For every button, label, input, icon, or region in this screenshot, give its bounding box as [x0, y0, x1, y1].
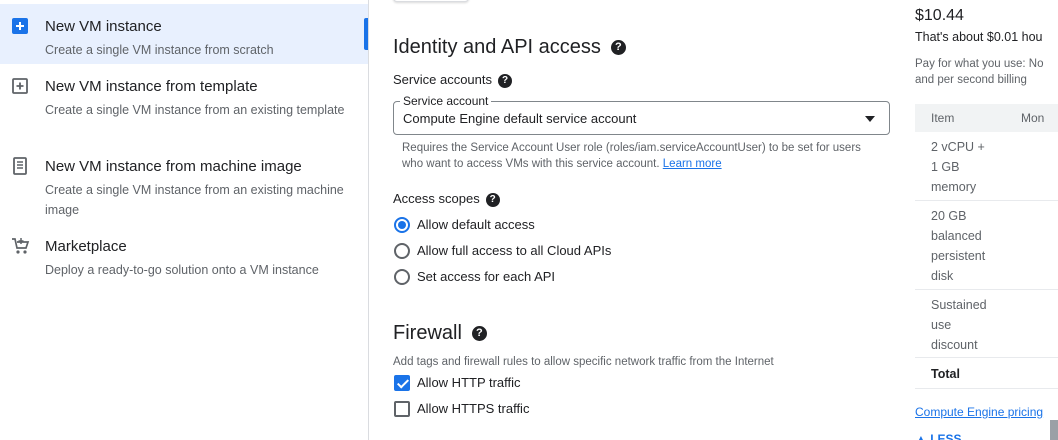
cell-line: discount — [931, 338, 978, 352]
cell-line: persistent — [931, 249, 986, 263]
less-label: LESS — [930, 432, 962, 440]
checkbox[interactable] — [394, 401, 410, 417]
vm-creation-options: New VM instance Create a single VM insta… — [0, 0, 369, 440]
billing-note: Pay for what you use: No and per second … — [915, 56, 1043, 88]
radio-button[interactable] — [394, 269, 410, 285]
template-icon — [12, 78, 28, 94]
cell-line: balanced — [931, 229, 982, 243]
nav-item-new-vm-instance[interactable]: New VM instance Create a single VM insta… — [0, 4, 368, 64]
firewall-option-label: Allow HTTPS traffic — [417, 401, 530, 416]
nav-item-vm-from-template[interactable]: New VM instance from template Create a s… — [0, 64, 368, 144]
billing-note-line: and per second billing — [915, 74, 1027, 86]
monthly-estimate: $10.44 — [915, 7, 964, 24]
nav-item-desc: Deploy a ready-to-go solution onto a VM … — [45, 263, 319, 277]
machine-image-icon — [13, 157, 27, 175]
nav-item-title: Marketplace — [45, 238, 127, 255]
nav-item-title: New VM instance from machine image — [45, 158, 302, 175]
less-toggle[interactable]: ▲ LESS — [915, 432, 962, 440]
help-icon[interactable]: ? — [498, 73, 512, 88]
access-scopes-label: Access scopes? — [393, 191, 500, 207]
service-account-value: Compute Engine default service account — [403, 111, 637, 126]
table-cell: 20 GB balanced persistent disk — [931, 206, 1001, 286]
firewall-title-text: Firewall — [393, 322, 462, 344]
nav-item-desc: Create a single VM instance from an exis… — [45, 183, 344, 217]
help-icon[interactable]: ? — [471, 326, 487, 342]
help-icon[interactable]: ? — [485, 192, 500, 207]
learn-more-link[interactable]: Learn more — [663, 158, 722, 170]
column-header-item: Item — [931, 111, 955, 125]
pricing-table-header: Item Mon — [915, 104, 1058, 132]
help-icon[interactable]: ? — [610, 40, 626, 56]
firewall-section-title: Firewall? — [393, 322, 487, 345]
table-cell: Sustained use discount — [931, 295, 1001, 355]
add-box-icon — [12, 18, 28, 34]
selected-indicator — [364, 18, 368, 50]
cell-line: use — [931, 318, 952, 332]
hourly-estimate: That's about $0.01 hou — [915, 30, 1043, 44]
service-account-legend: Service account — [400, 94, 492, 108]
marketplace-cart-icon — [12, 238, 30, 254]
chevron-up-icon: ▲ — [915, 432, 931, 440]
cell-line: 2 vCPU + — [931, 140, 985, 154]
nav-item-desc: Create a single VM instance from scratch — [45, 43, 274, 57]
identity-title-text: Identity and API access — [393, 36, 601, 58]
access-scopes-text: Access scopes — [393, 191, 480, 206]
nav-item-title: New VM instance from template — [45, 78, 258, 95]
nav-item-marketplace[interactable]: Marketplace Deploy a ready-to-go solutio… — [0, 224, 368, 284]
main-form: Identity and API access? Service account… — [369, 0, 900, 440]
nav-item-vm-from-machine-image[interactable]: New VM instance from machine image Creat… — [0, 144, 368, 224]
service-accounts-text: Service accounts — [393, 72, 492, 87]
partial-button[interactable] — [393, 0, 469, 2]
table-row-total: Total — [915, 359, 1058, 389]
firewall-option-label: Allow HTTP traffic — [417, 375, 521, 390]
cell-line: 20 GB — [931, 209, 967, 223]
pricing-summary-panel: $10.44 That's about $0.01 hou Pay for wh… — [900, 0, 1058, 440]
scope-option-label: Allow default access — [417, 217, 535, 232]
nav-item-desc: Create a single VM instance from an exis… — [45, 103, 345, 117]
cell-line: Sustained — [931, 298, 987, 312]
scrollbar[interactable] — [1050, 420, 1058, 440]
cell-line: 1 GB — [931, 160, 960, 174]
service-account-hint: Requires the Service Account User role (… — [402, 140, 872, 172]
table-row: 2 vCPU + 1 GB memory — [915, 134, 1058, 201]
compute-engine-pricing-link[interactable]: Compute Engine pricing — [915, 405, 1043, 419]
table-cell: Total — [931, 367, 960, 381]
service-accounts-label: Service accounts? — [393, 72, 512, 88]
service-account-select[interactable]: Service account Compute Engine default s… — [393, 94, 890, 135]
radio-button[interactable] — [394, 243, 410, 259]
identity-section-title: Identity and API access? — [393, 36, 626, 59]
table-row: Sustained use discount — [915, 291, 1058, 358]
firewall-description: Add tags and firewall rules to allow spe… — [393, 356, 774, 368]
billing-note-line: Pay for what you use: No — [915, 58, 1044, 70]
radio-button[interactable] — [394, 217, 410, 233]
scope-option-label: Allow full access to all Cloud APIs — [417, 243, 612, 258]
cell-line: disk — [931, 269, 954, 283]
dropdown-arrow-icon[interactable] — [865, 116, 875, 122]
nav-item-title: New VM instance — [45, 18, 162, 35]
checkbox[interactable] — [394, 375, 410, 391]
cell-line: memory — [931, 180, 977, 194]
hint-text: Requires the Service Account User role (… — [402, 142, 861, 170]
table-cell: 2 vCPU + 1 GB memory — [931, 137, 1001, 197]
scope-option-label: Set access for each API — [417, 269, 556, 284]
column-header-monthly: Mon — [1021, 111, 1045, 125]
table-row: 20 GB balanced persistent disk — [915, 202, 1058, 290]
